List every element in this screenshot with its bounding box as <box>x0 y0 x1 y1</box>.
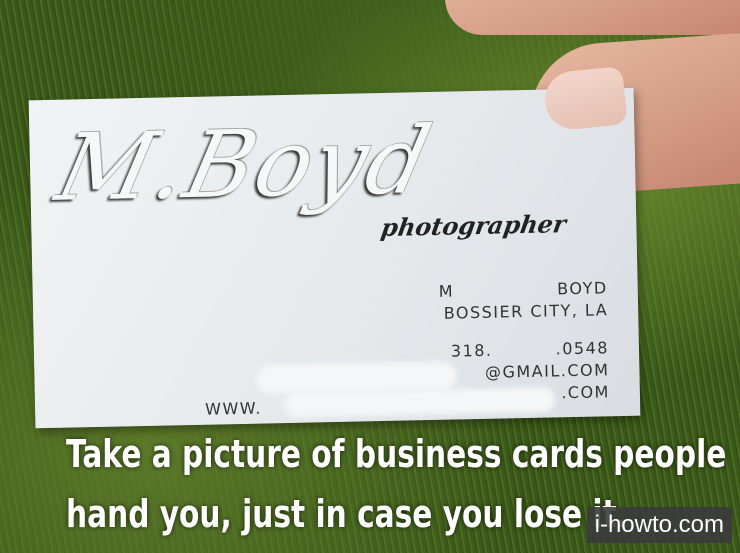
card-logo: M.Boyd <box>47 106 442 222</box>
card-web-suffix: .com <box>561 382 611 403</box>
card-name: M Boyd <box>439 278 608 301</box>
card-phone-suffix: .0548 <box>555 338 610 359</box>
card-phone: 318. .0548 <box>451 338 609 360</box>
blur-redaction <box>284 387 556 418</box>
watermark: i-howto.com <box>586 507 732 543</box>
business-card: M.Boyd photographer M Boyd Bossier City,… <box>28 87 641 429</box>
card-name-first: M <box>438 281 455 301</box>
caption-line-1: Take a picture of business cards people <box>66 432 727 476</box>
card-web-prefix: www. <box>204 398 263 419</box>
card-location: Bossier City, LA <box>443 300 609 323</box>
blur-redaction <box>256 361 457 394</box>
caption-line-2: hand you, just in case you lose it. <box>66 492 628 536</box>
card-phone-prefix: 318. <box>450 340 493 361</box>
fingertip <box>445 0 740 35</box>
card-tagline: photographer <box>379 209 569 243</box>
card-email: @gmail.com <box>484 360 610 382</box>
caption: Take a picture of business cards people … <box>66 424 727 544</box>
card-name-last: Boyd <box>556 278 608 299</box>
